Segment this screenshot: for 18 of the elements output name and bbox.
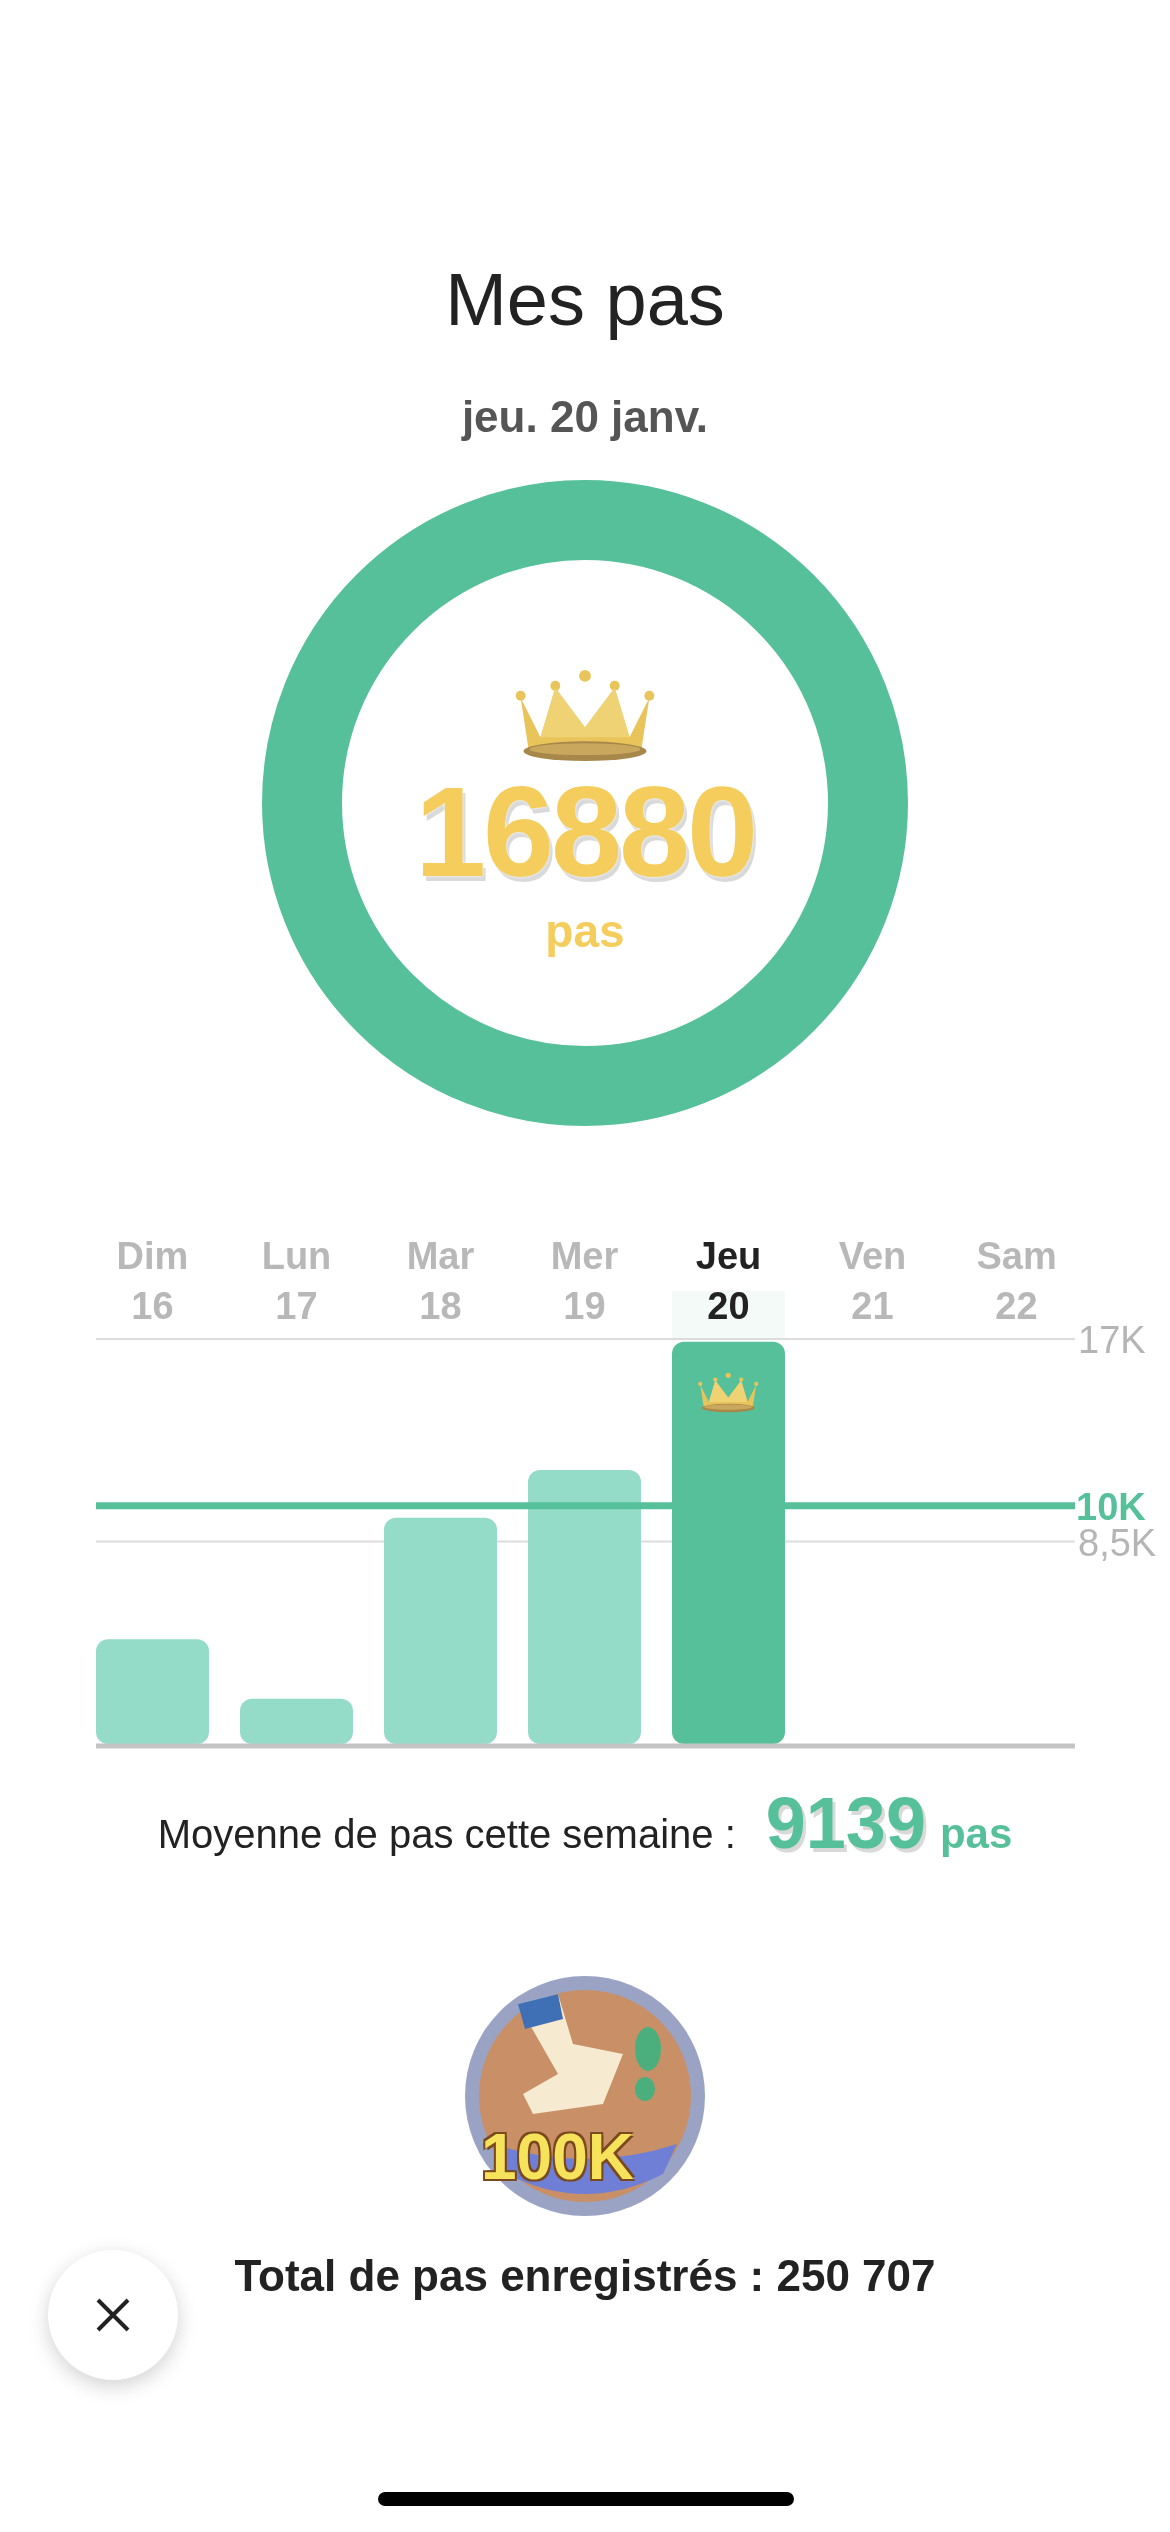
average-unit: pas bbox=[939, 1809, 1013, 1859]
average-label: Moyenne de pas cette semaine : bbox=[157, 1811, 736, 1858]
day-label[interactable]: Ven 21 bbox=[832, 1231, 913, 1331]
date-label: jeu. 20 janv. bbox=[461, 392, 709, 442]
close-icon bbox=[95, 2297, 131, 2333]
day-label[interactable]: Dim 16 bbox=[112, 1231, 193, 1331]
average-value: 9139 bbox=[765, 1782, 926, 1865]
day-label[interactable]: Lun 17 bbox=[256, 1231, 337, 1331]
day-label[interactable]: Mer 19 bbox=[544, 1231, 625, 1331]
total-steps: Total de pas enregistrés : 250 707 bbox=[234, 2248, 936, 2304]
day-label[interactable]: Sam 22 bbox=[976, 1231, 1057, 1331]
day-label[interactable]: Jeu 20 bbox=[688, 1231, 769, 1331]
axis-tick-label: 17K bbox=[1078, 1319, 1146, 1361]
crown-icon bbox=[698, 1372, 759, 1413]
step-count: 16880 bbox=[415, 766, 755, 897]
day-label[interactable]: Mar 18 bbox=[400, 1231, 481, 1331]
step-unit: pas bbox=[545, 903, 625, 959]
page-title: Mes pas bbox=[445, 258, 725, 342]
